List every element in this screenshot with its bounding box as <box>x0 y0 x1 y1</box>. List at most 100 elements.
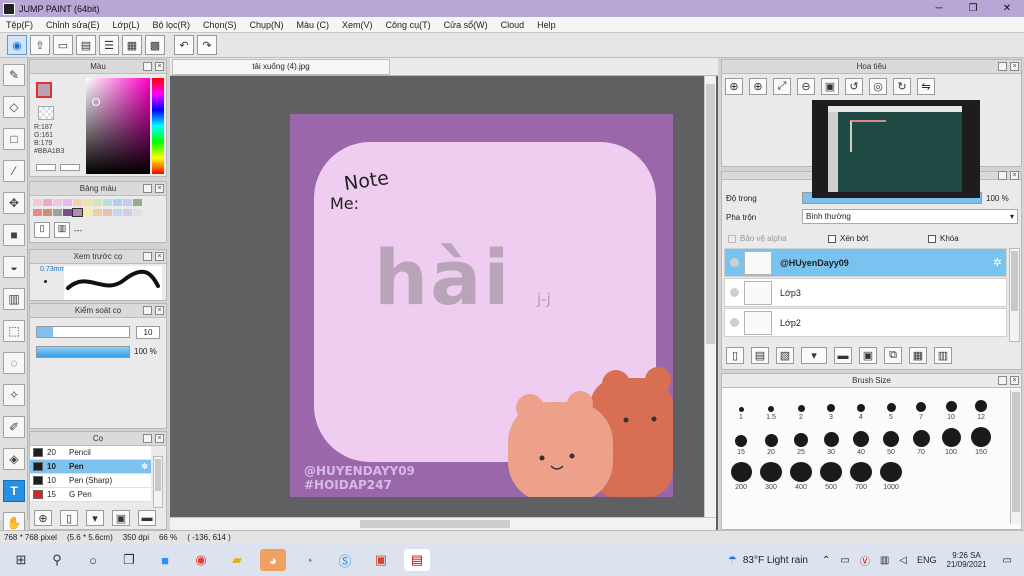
layer-folder-icon[interactable]: ▬ <box>834 347 852 364</box>
transparent-swatch[interactable] <box>38 106 54 120</box>
brush-size-field[interactable]: 10 <box>136 326 160 339</box>
palette-swatch[interactable] <box>63 199 72 206</box>
text-tool-icon[interactable]: T <box>3 480 25 502</box>
brush-list-scrollbar[interactable] <box>153 456 163 508</box>
zoom-in-icon-2[interactable]: ⊕ <box>749 78 767 95</box>
undo-icon[interactable]: ↶ <box>174 35 194 55</box>
palette-swatch-selected[interactable] <box>72 208 83 217</box>
document-icon[interactable]: ☰ <box>99 35 119 55</box>
brush-size-option[interactable]: 300 <box>756 462 786 492</box>
rotate-right-icon[interactable]: ↻ <box>893 78 911 95</box>
brush-folder-icon[interactable]: ▬ <box>138 510 156 526</box>
color-mode-button-2[interactable] <box>60 164 80 171</box>
delete-palette-icon[interactable]: ▥ <box>54 222 70 238</box>
saturation-value-picker[interactable] <box>86 78 150 174</box>
zoom-in-icon[interactable]: ⊕ <box>725 78 743 95</box>
panel-close-icon[interactable]: × <box>155 434 164 443</box>
new-layer-icon[interactable]: ▯ <box>726 347 744 364</box>
new-palette-icon[interactable]: ▯ <box>34 222 50 238</box>
lock-checkbox[interactable] <box>928 234 936 243</box>
panel-close-icon[interactable]: × <box>155 184 164 193</box>
panel-float-icon[interactable] <box>998 171 1007 180</box>
brush-size-option[interactable]: 15 <box>726 427 756 457</box>
actual-size-icon[interactable]: ▣ <box>821 78 839 95</box>
notification-icon[interactable]: ▭ <box>1003 555 1012 566</box>
brush-size-option[interactable]: 500 <box>816 462 846 492</box>
network-icon[interactable]: ▥ <box>880 555 889 566</box>
bucket-tool-icon[interactable]: ◒ <box>3 256 25 278</box>
brush-size-option[interactable]: 10 <box>936 392 966 422</box>
jump-paint-taskbar-icon[interactable]: ▤ <box>404 549 430 571</box>
palette-swatch[interactable] <box>43 209 52 216</box>
move-tool-icon[interactable]: ✥ <box>3 192 25 214</box>
palette-swatch[interactable] <box>83 199 92 206</box>
brush-size-option[interactable]: 70 <box>906 427 936 457</box>
brush-size-option[interactable]: 5 <box>876 392 906 422</box>
layer-row[interactable]: Lớp2 <box>724 308 1007 337</box>
redo-icon[interactable]: ↷ <box>197 35 217 55</box>
panel-float-icon[interactable] <box>998 62 1007 71</box>
chat-icon[interactable]: ▤ <box>76 35 96 55</box>
brush-size-option[interactable]: 25 <box>786 427 816 457</box>
picker-cursor[interactable] <box>92 98 100 106</box>
tray-antivirus-icon[interactable]: Ⓥ <box>860 553 870 568</box>
panel-close-icon[interactable]: × <box>155 252 164 261</box>
visibility-icon[interactable] <box>730 288 739 297</box>
maximize-button[interactable]: ❐ <box>956 3 990 14</box>
palette-swatch[interactable] <box>63 209 72 216</box>
clock[interactable]: 9:26 SA 21/09/2021 <box>947 551 987 569</box>
clear-layer-icon[interactable]: ▦ <box>909 347 927 364</box>
brush-size-option[interactable]: 150 <box>966 427 996 457</box>
canvas-horizontal-scrollbar[interactable] <box>170 517 716 530</box>
panel-float-icon[interactable] <box>143 62 152 71</box>
palette-swatch[interactable] <box>33 209 42 216</box>
brush-size-option[interactable]: 40 <box>846 427 876 457</box>
layer-type-dropdown[interactable]: ▾ <box>801 347 827 364</box>
brush-size-option[interactable]: 12 <box>966 392 996 422</box>
zoom-app-icon[interactable]: ■ <box>152 549 178 571</box>
select-eraser-icon[interactable]: ◈ <box>3 448 25 470</box>
close-button[interactable]: ✕ <box>990 3 1024 14</box>
brush-size-option[interactable]: 400 <box>786 462 816 492</box>
share-icon[interactable]: ⇧ <box>30 35 50 55</box>
brush-size-option[interactable]: 2 <box>786 392 816 422</box>
skype-icon[interactable]: Ⓢ <box>332 549 358 571</box>
panel-close-icon[interactable]: × <box>1010 376 1019 385</box>
windows-start-icon[interactable]: ⊞ <box>8 549 34 571</box>
tray-app-icon[interactable]: ▭ <box>840 555 849 566</box>
brush-item[interactable]: 10 Pen (Sharp) <box>30 474 151 488</box>
paint-app-icon[interactable]: ◕ <box>260 549 286 571</box>
brush-size-option[interactable]: 700 <box>846 462 876 492</box>
flip-icon[interactable]: ⇋ <box>917 78 935 95</box>
palette-swatch[interactable] <box>83 209 92 216</box>
menu-edit[interactable]: Chỉnh sửa(E) <box>46 20 100 30</box>
palette-swatch[interactable] <box>103 209 112 216</box>
palette-swatch[interactable] <box>123 209 132 216</box>
blend-mode-select[interactable]: Bình thường ▾ <box>802 209 1018 224</box>
brush-item[interactable]: 15 G Pen <box>30 488 151 502</box>
brush-size-option[interactable]: 1 <box>726 392 756 422</box>
select-pen-icon[interactable]: ✐ <box>3 416 25 438</box>
menu-capture[interactable]: Chụp(N) <box>250 20 284 30</box>
select-tool-icon[interactable]: ⬚ <box>3 320 25 342</box>
layer-scrollbar[interactable] <box>1009 248 1020 342</box>
rect-tool-icon[interactable]: □ <box>3 128 25 150</box>
rotate-reset-icon[interactable]: ◎ <box>869 78 887 95</box>
brush-size-option[interactable]: 20 <box>756 427 786 457</box>
chrome-icon[interactable]: ◉ <box>188 549 214 571</box>
brush-size-option[interactable]: 1.5 <box>756 392 786 422</box>
menu-view[interactable]: Xem(V) <box>342 20 373 30</box>
primary-color-swatch[interactable] <box>36 82 52 98</box>
new-halftone-icon[interactable]: ▧ <box>776 347 794 364</box>
delete-layer-icon[interactable]: ▥ <box>934 347 952 364</box>
gear-icon[interactable]: ✲ <box>993 256 1002 269</box>
grid-icon[interactable]: ▩ <box>145 35 165 55</box>
gear-icon[interactable]: ✲ <box>141 462 148 471</box>
layer-row[interactable]: Lớp3 <box>724 278 1007 307</box>
fit-icon[interactable]: ⤢ <box>773 78 791 95</box>
brush-tool-icon[interactable]: ⁄ <box>3 160 25 182</box>
brush-size-scrollbar[interactable] <box>1010 390 1021 524</box>
document-tab[interactable]: tải xuống (4).jpg <box>172 59 390 75</box>
panel-float-icon[interactable] <box>143 306 152 315</box>
palette-swatch[interactable] <box>73 199 82 206</box>
